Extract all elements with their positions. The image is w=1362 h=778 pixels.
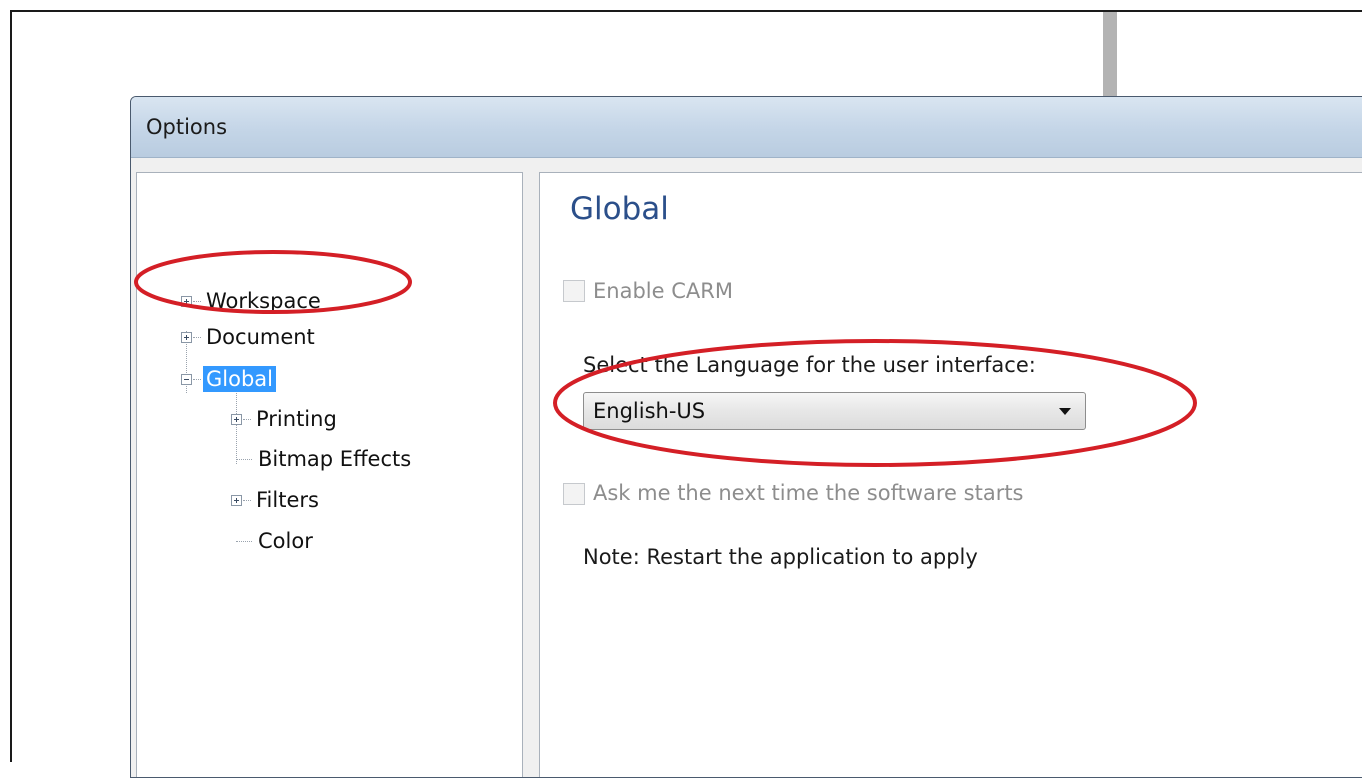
tree-item-global[interactable]: Global xyxy=(181,363,276,395)
dialog-titlebar[interactable]: Options xyxy=(131,97,1362,158)
section-title: Global xyxy=(570,191,669,227)
window-frame-top xyxy=(10,10,1362,12)
expand-plus-icon[interactable] xyxy=(181,331,192,343)
tree-dots xyxy=(193,300,201,302)
tree-item-label: Printing xyxy=(256,407,337,431)
tree-dots xyxy=(236,540,252,542)
expand-plus-icon[interactable] xyxy=(181,295,192,307)
tree-dots xyxy=(193,336,201,338)
window-frame-left xyxy=(10,10,12,762)
options-tree: Workspace Document Global Printing Bitma… xyxy=(136,172,523,777)
options-dialog: Options Workspace Document Global Printi… xyxy=(130,96,1362,778)
tree-dots xyxy=(236,458,252,460)
enable-carm-label: Enable CARM xyxy=(593,279,733,303)
collapse-minus-icon[interactable] xyxy=(181,373,192,385)
tree-dots xyxy=(193,378,201,380)
expand-plus-icon[interactable] xyxy=(231,413,242,425)
ask-next-time-label: Ask me the next time the software starts xyxy=(593,481,1024,505)
tree-item-workspace[interactable]: Workspace xyxy=(181,285,324,317)
enable-carm-checkbox[interactable] xyxy=(563,280,585,302)
tree-item-label: Color xyxy=(258,529,313,553)
ask-next-time-checkbox[interactable] xyxy=(563,483,585,505)
tree-item-label: Document xyxy=(206,325,315,349)
tree-item-label: Filters xyxy=(256,488,319,512)
tree-item-label: Bitmap Effects xyxy=(258,447,412,471)
dialog-title: Options xyxy=(146,115,228,139)
tree-item-filters[interactable]: Filters xyxy=(231,484,322,516)
tree-item-bitmap-effects[interactable]: Bitmap Effects xyxy=(236,443,414,475)
tree-item-document[interactable]: Document xyxy=(181,321,318,353)
tree-item-label: Workspace xyxy=(206,289,321,313)
language-select[interactable]: English-US xyxy=(583,392,1086,430)
background-divider xyxy=(1103,12,1117,96)
tree-item-color[interactable]: Color xyxy=(236,525,316,557)
tree-item-label: Global xyxy=(203,366,276,392)
tree-dots xyxy=(243,418,251,420)
expand-plus-icon[interactable] xyxy=(231,494,242,506)
tree-dots xyxy=(243,499,251,501)
language-prompt: Select the Language for the user interfa… xyxy=(583,353,1036,377)
language-select-value: English-US xyxy=(593,399,706,423)
options-content: Global Enable CARM Select the Language f… xyxy=(539,172,1362,777)
dropdown-arrow-icon[interactable] xyxy=(1059,408,1071,415)
restart-note: Note: Restart the application to apply xyxy=(583,545,978,569)
tree-item-printing[interactable]: Printing xyxy=(231,403,340,435)
